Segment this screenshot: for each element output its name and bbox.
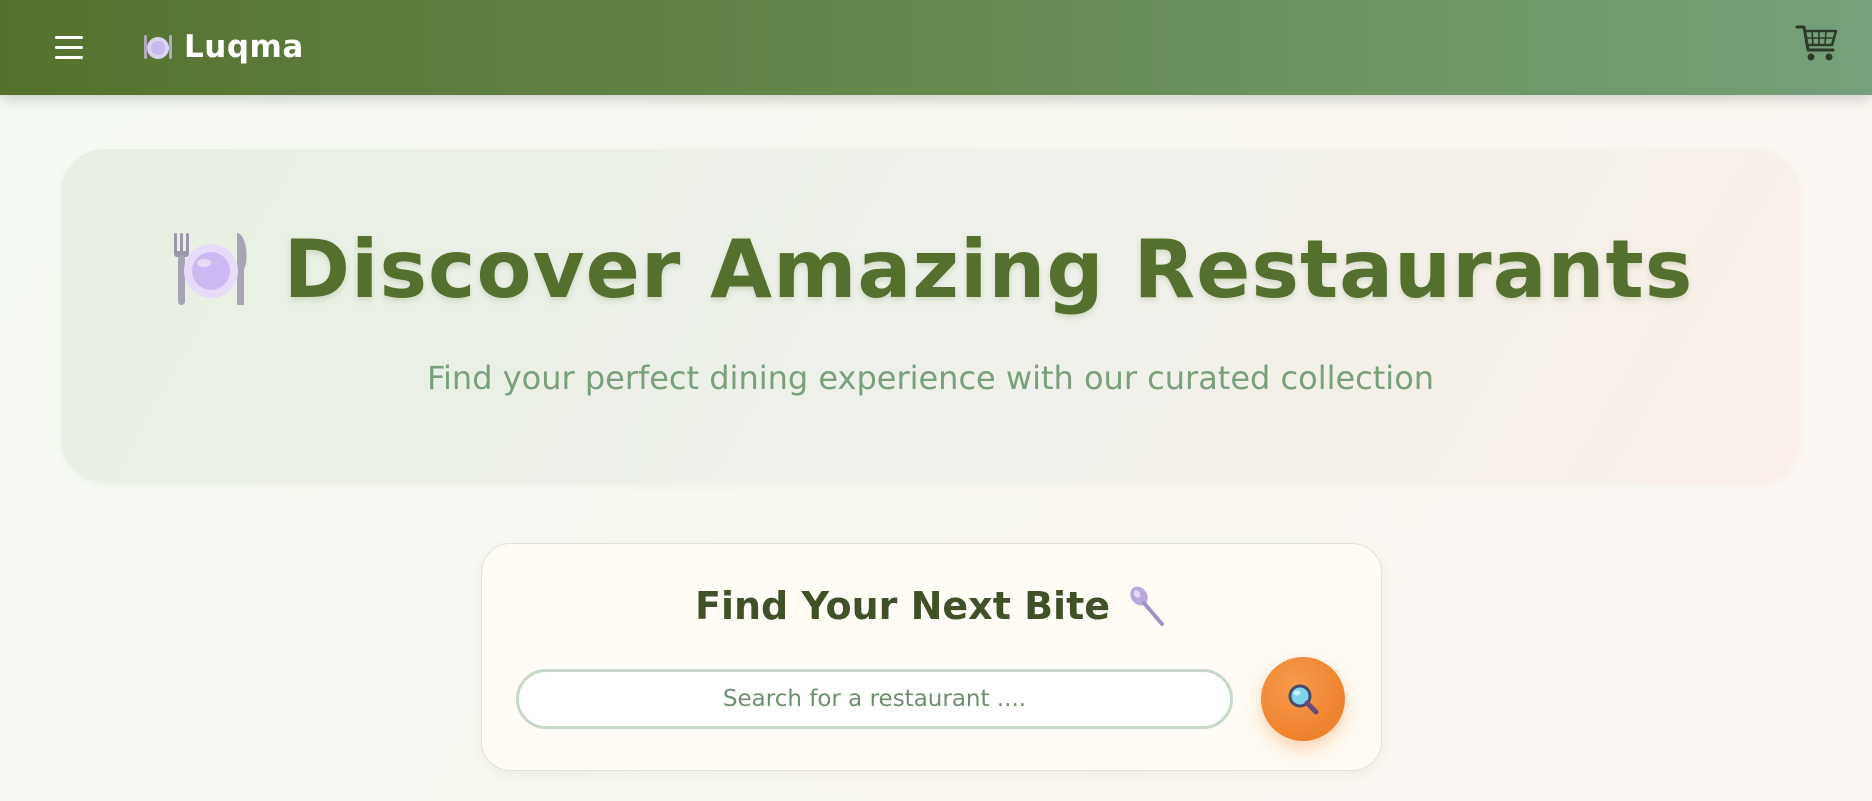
- hero-title-row: Discover Amazing Restaurants: [61, 219, 1800, 319]
- hero-banner: Discover Amazing Restaurants Find your p…: [61, 149, 1800, 483]
- brand-logo[interactable]: Luqma: [142, 26, 304, 68]
- fork-knife-plate-icon: [173, 233, 247, 305]
- search-title-row: Find Your Next Bite: [482, 580, 1381, 632]
- search-card: Find Your Next Bite: [481, 543, 1382, 771]
- top-navbar: Luqma: [0, 0, 1872, 95]
- search-button[interactable]: [1261, 657, 1345, 741]
- search-title: Find Your Next Bite: [694, 584, 1111, 628]
- spoon-icon: [1130, 586, 1165, 626]
- hamburger-icon[interactable]: [55, 36, 83, 60]
- shopping-cart-icon[interactable]: [1794, 20, 1840, 66]
- search-input[interactable]: [516, 669, 1233, 729]
- hero-title: Discover Amazing Restaurants: [283, 222, 1694, 316]
- magnifier-icon: [1288, 684, 1319, 715]
- hero-subtitle: Find your perfect dining experience with…: [426, 359, 1435, 397]
- plate-icon: [144, 35, 172, 59]
- brand-name: Luqma: [184, 29, 304, 65]
